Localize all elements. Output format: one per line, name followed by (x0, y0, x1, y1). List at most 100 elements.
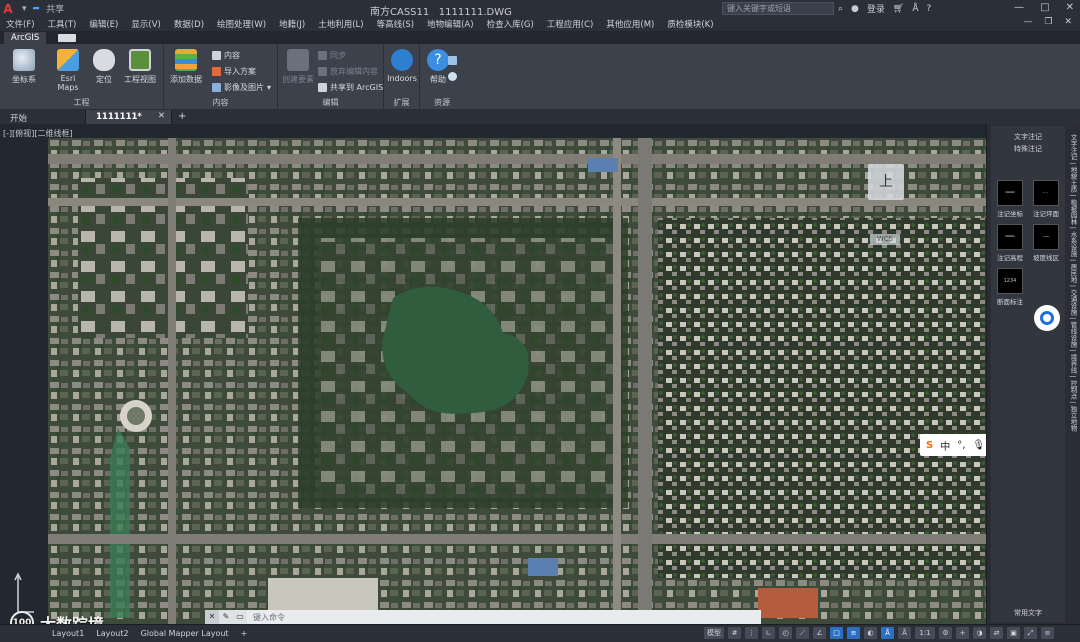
dropdown-icon[interactable]: ▾ (22, 4, 27, 14)
annotation-visibility-icon[interactable]: Å (898, 627, 911, 639)
command-input[interactable]: 键入命令 (247, 612, 285, 623)
tab-arcgis[interactable]: ArcGIS (4, 32, 47, 44)
minimize-icon[interactable]: — (1014, 2, 1024, 13)
floating-assistant-button[interactable] (1034, 305, 1060, 331)
tab-start[interactable]: 开始 (0, 110, 86, 124)
menu-data[interactable]: 数据(D) (174, 18, 204, 30)
fullscreen-icon[interactable]: ⤢ (1024, 627, 1037, 639)
menu-draw[interactable]: 绘图处理(W) (217, 18, 266, 30)
menu-engineering[interactable]: 工程应用(C) (547, 18, 594, 30)
lineweight-icon[interactable]: ≡ (847, 627, 860, 639)
polar-icon[interactable]: ◴ (779, 627, 792, 639)
tab-drawing[interactable]: 1111111* ✕ (86, 110, 172, 124)
menu-landuse[interactable]: 土地利用(L) (318, 18, 363, 30)
menu-tools[interactable]: 工具(T) (48, 18, 77, 30)
doc-close-icon[interactable]: ✕ (1064, 17, 1072, 27)
model-space-toggle[interactable]: 模型 (704, 627, 724, 639)
symbol-preview: ═══ (997, 180, 1023, 206)
punctuation-icon[interactable]: °, (957, 440, 965, 451)
import-scheme-button[interactable]: 导入方案 (212, 66, 256, 77)
units-icon[interactable]: ⇄ (990, 627, 1003, 639)
menu-check[interactable]: 检查入库(G) (487, 18, 534, 30)
imagery-button[interactable]: 影像及图片 ▾ (212, 82, 271, 93)
add-data-button[interactable]: 添加数据 (168, 49, 204, 85)
command-line[interactable]: ✕ ✎ ▭ 键入命令 (205, 610, 761, 624)
ortho-icon[interactable]: ∟ (762, 627, 775, 639)
drawing-viewport[interactable]: [-][俯视][二维线框] 上 WCS 100 ✕ ✎ ▭ 键入命令 (0, 124, 986, 635)
menu-qc[interactable]: 质检模块(K) (667, 18, 713, 30)
share-label[interactable]: 共享 (46, 2, 64, 15)
symbol-item[interactable]: ═══ 注记高程 (995, 224, 1025, 262)
tab-collapsed-icon[interactable] (58, 34, 77, 42)
menu-edit[interactable]: 编辑(E) (89, 18, 118, 30)
grid-icon[interactable]: # (728, 627, 741, 639)
plus-icon[interactable]: + (956, 627, 969, 639)
esri-maps-icon (57, 49, 79, 71)
add-layout-button[interactable]: + (235, 628, 254, 639)
snap-icon[interactable]: ⋮ (745, 627, 758, 639)
discard-icon (318, 67, 327, 76)
project-view-button[interactable]: 工程视图 (122, 49, 158, 85)
menu-feature-edit[interactable]: 地物编辑(A) (427, 18, 473, 30)
settings-icon[interactable]: ⚙ (939, 627, 952, 639)
symbol-item[interactable]: ── 坡度线区 (1031, 224, 1061, 262)
tab-global-mapper-layout[interactable]: Global Mapper Layout (135, 628, 235, 639)
indoors-button[interactable]: Indoors (384, 49, 420, 83)
panel-category-tabs[interactable]: 文字注记 | 地貌土质 | 植被园林 | 水系设施 | 居民地 | 交通设施 |… (1067, 134, 1079, 431)
menu-other[interactable]: 其他应用(M) (606, 18, 654, 30)
tab-layout1[interactable]: Layout1 (46, 628, 90, 639)
microphone-icon[interactable]: 🎙︎ (972, 440, 985, 451)
tab-layout2[interactable]: Layout2 (90, 628, 134, 639)
transparency-icon[interactable]: ◐ (864, 627, 877, 639)
osnap-track-icon[interactable]: ∠ (813, 627, 826, 639)
viewport-controls[interactable]: [-][俯视][二维线框] (3, 128, 73, 139)
discard-edits-button[interactable]: 放弃编辑内容 (318, 66, 378, 77)
search-input[interactable]: 键入关键字或短语 (722, 2, 834, 15)
resource-small-button-2[interactable] (448, 72, 457, 81)
osnap-icon[interactable]: □ (830, 627, 843, 639)
resource-small-button[interactable] (448, 56, 457, 65)
sync-button[interactable]: 同步 (318, 50, 346, 61)
hardware-accel-icon[interactable]: ▣ (1007, 627, 1020, 639)
drawing-tab-label: 1111111* (96, 112, 142, 122)
symbol-item[interactable]: 1234 断面标注 (995, 268, 1025, 306)
user-icon[interactable]: ● (851, 4, 859, 14)
symbol-item[interactable]: ═══ 注记坐标 (995, 180, 1025, 218)
doc-minimize-icon[interactable]: — (1023, 17, 1032, 27)
customize-icon[interactable]: ≡ (1041, 627, 1054, 639)
ime-language[interactable]: 中 (940, 438, 950, 453)
cart-icon[interactable]: 🛒︎ (893, 4, 904, 14)
new-tab-button[interactable]: + (172, 110, 192, 124)
account-icon[interactable]: Å (912, 4, 918, 14)
annotation-icon[interactable]: Å (881, 627, 894, 639)
command-prompt-icon[interactable]: ▭ (233, 610, 247, 624)
view-cube[interactable]: 上 (868, 164, 904, 200)
share-arcgis-button[interactable]: 共享到 ArcGIS (318, 82, 383, 93)
close-command-icon[interactable]: ✕ (205, 610, 219, 624)
wrench-icon[interactable]: ✎ (219, 610, 233, 624)
locate-button[interactable]: 定位 (86, 49, 122, 85)
search-icon[interactable]: ⌕ (838, 4, 843, 14)
doc-restore-icon[interactable]: ❐ (1044, 17, 1052, 27)
isodraft-icon[interactable]: ⟋ (796, 627, 809, 639)
symbol-item[interactable]: ╴╴ 注记坪面 (1031, 180, 1061, 218)
login-link[interactable]: 登录 (867, 2, 885, 15)
close-tab-icon[interactable]: ✕ (158, 111, 165, 121)
close-icon[interactable]: ✕ (1066, 2, 1074, 13)
maximize-icon[interactable]: □ (1040, 2, 1049, 13)
menu-cadastre[interactable]: 地籍(J) (279, 18, 305, 30)
esri-maps-button[interactable]: Esri Maps (50, 49, 86, 92)
sogou-icon[interactable]: S (926, 440, 933, 451)
create-feature-button[interactable]: 创建要素 (280, 49, 316, 85)
scale-dropdown[interactable]: 1:1 (915, 627, 935, 639)
app-logo[interactable]: A (0, 0, 16, 17)
menu-contour[interactable]: 等高线(S) (377, 18, 415, 30)
help-icon[interactable]: ? (927, 4, 932, 14)
menu-view[interactable]: 显示(V) (131, 18, 160, 30)
wcs-badge[interactable]: WCS (870, 234, 900, 245)
menu-file[interactable]: 文件(F) (6, 18, 35, 30)
content-button[interactable]: 内容 (212, 50, 240, 61)
coordinate-system-button[interactable]: 坐标系 (6, 49, 42, 85)
share-icon[interactable]: ➦ (33, 4, 41, 14)
isolate-icon[interactable]: ◑ (973, 627, 986, 639)
